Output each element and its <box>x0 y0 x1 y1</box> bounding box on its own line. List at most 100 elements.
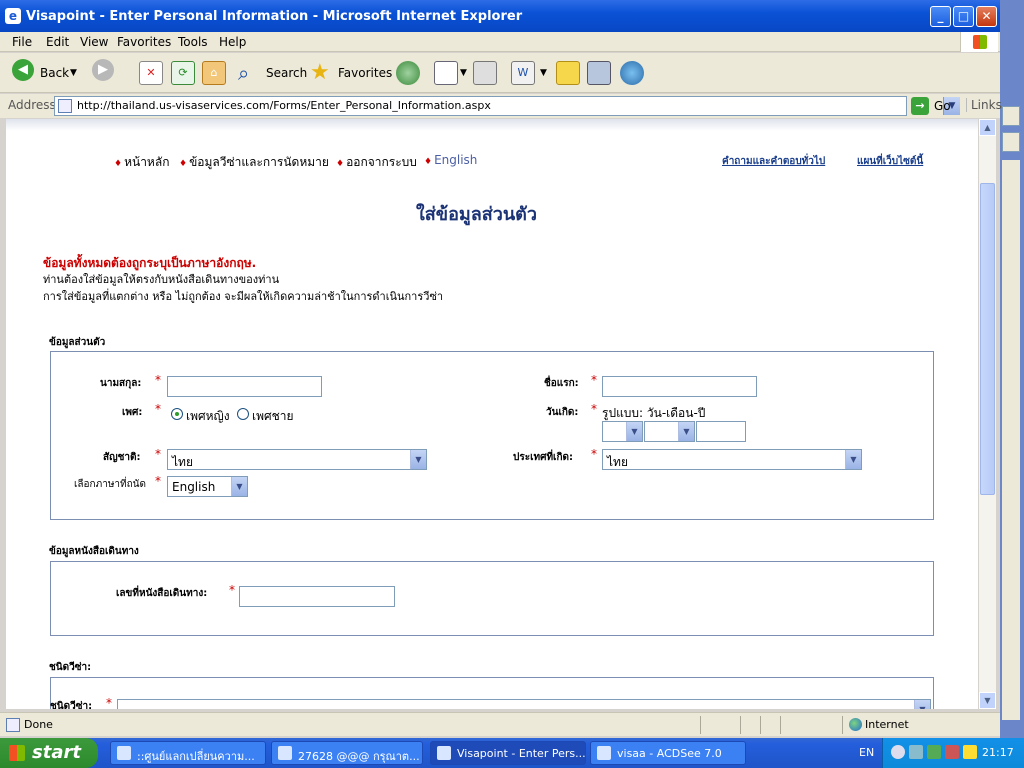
menu-tools[interactable]: Tools <box>178 35 208 49</box>
menu-view[interactable]: View <box>80 35 108 49</box>
discuss-note-icon[interactable] <box>556 61 580 85</box>
dob-day-select[interactable]: ▼ <box>602 421 643 442</box>
tray-back-icon[interactable] <box>891 745 905 759</box>
home-icon[interactable]: ⌂ <box>202 61 226 85</box>
language-indicator[interactable]: EN <box>859 746 874 759</box>
stop-icon[interactable]: ✕ <box>139 61 163 85</box>
back-dropdown-icon[interactable]: ▼ <box>70 68 77 78</box>
volume-icon[interactable] <box>945 745 959 759</box>
status-divider <box>842 716 843 734</box>
task-visapoint[interactable]: Visapoint - Enter Pers... <box>430 741 586 765</box>
refresh-icon[interactable]: ⟳ <box>171 61 195 85</box>
favorites-star-icon[interactable]: ★ <box>310 61 334 85</box>
scroll-thumb[interactable] <box>980 183 995 495</box>
messenger-icon[interactable] <box>620 61 644 85</box>
status-divider <box>740 716 741 734</box>
required-mark: * <box>229 583 235 597</box>
task-forum[interactable]: ::ศูนย์แลกเปลี่ยนความ... <box>110 741 266 765</box>
chevron-down-icon[interactable]: ▼ <box>845 450 861 469</box>
nav-bullet-icon: ♦ <box>424 157 433 167</box>
links-button[interactable]: Links <box>966 98 1002 112</box>
print-icon[interactable] <box>473 61 497 85</box>
faq-link[interactable]: คำถามและคำตอบทั่วไป <box>722 154 825 169</box>
minimize-button[interactable]: _ <box>930 6 951 27</box>
search-icon[interactable]: ⌕ <box>238 61 262 85</box>
forward-button[interactable]: ▶ <box>92 59 114 87</box>
required-mark: * <box>591 447 597 461</box>
nav-home-label[interactable]: หน้าหลัก <box>124 155 169 169</box>
nav-visa-info-label[interactable]: ข้อมูลวีซ่าและการนัดหมาย <box>189 155 329 169</box>
acdsee-icon <box>597 746 611 760</box>
scroll-up-icon[interactable]: ▲ <box>979 119 996 136</box>
window-title: Visapoint - Enter Personal Information -… <box>26 9 523 24</box>
dob-label: วันเกิด: <box>546 407 579 418</box>
language-label: เลือกภาษาที่ถนัด <box>74 479 146 490</box>
language-select[interactable]: English ▼ <box>167 476 248 497</box>
nav-english[interactable]: ♦ English <box>424 153 477 167</box>
zone-text: Internet <box>865 718 909 731</box>
favorites-label[interactable]: Favorites <box>338 66 392 80</box>
birth-country-select[interactable]: ไทย ▼ <box>602 449 862 470</box>
menu-favorites[interactable]: Favorites <box>117 35 171 49</box>
antivirus-icon[interactable] <box>927 745 941 759</box>
nationality-select[interactable]: ไทย ▼ <box>167 449 427 470</box>
start-button[interactable]: start <box>0 738 98 768</box>
edit-dropdown-icon[interactable]: ▼ <box>540 68 547 78</box>
browser-icon <box>117 746 131 760</box>
back-label: Back <box>40 66 70 80</box>
chevron-down-icon[interactable]: ▼ <box>914 700 930 709</box>
scroll-down-icon[interactable]: ▼ <box>979 692 996 709</box>
visa-type-select[interactable]: ▼ <box>117 699 931 709</box>
mail-dropdown-icon[interactable]: ▼ <box>460 68 467 78</box>
task-acdsee[interactable]: visaa - ACDSee 7.0 <box>590 741 746 765</box>
nav-logout-label[interactable]: ออกจากระบบ <box>346 155 417 169</box>
address-url[interactable]: http://thailand.us-visaservices.com/Form… <box>77 99 491 112</box>
chevron-down-icon[interactable]: ▼ <box>626 422 642 441</box>
info-delay-warning: การใส่ข้อมูลที่แตกต่าง หรือ ไม่ถูกต้อง จ… <box>43 290 444 303</box>
ie-icon: e <box>5 8 21 24</box>
menu-help[interactable]: Help <box>219 35 246 49</box>
go-button[interactable]: → Go <box>911 97 957 115</box>
edit-word-icon[interactable]: W <box>511 61 535 85</box>
back-button[interactable]: ◀ <box>12 59 34 87</box>
sitemap-link[interactable]: แผนที่เว็บไซต์นี้ <box>857 154 923 169</box>
dob-month-select[interactable]: ▼ <box>644 421 695 442</box>
task-email[interactable]: 27628 @@@ กรุณาต... <box>271 741 423 765</box>
male-radio[interactable] <box>237 408 249 420</box>
menu-file[interactable]: File <box>12 35 32 49</box>
internet-zone-icon <box>849 718 862 731</box>
firstname-input[interactable] <box>602 376 757 397</box>
menu-edit[interactable]: Edit <box>46 35 69 49</box>
passport-number-label: เลขที่หนังสือเดินทาง: <box>116 588 208 599</box>
chevron-down-icon[interactable]: ▼ <box>678 422 694 441</box>
passport-number-input[interactable] <box>239 586 395 607</box>
surname-input[interactable] <box>167 376 322 397</box>
dob-year-input[interactable] <box>696 421 746 442</box>
required-mark: * <box>155 447 161 461</box>
chevron-down-icon[interactable]: ▼ <box>410 450 426 469</box>
toolbar: ◀ Back ▼ ▶ ✕ ⟳ ⌂ ⌕ Search ★ Favorites ▼ … <box>0 53 1000 93</box>
history-icon[interactable] <box>396 61 420 85</box>
search-label[interactable]: Search <box>266 66 307 80</box>
nav-home[interactable]: ♦ หน้าหลัก <box>114 153 169 172</box>
address-input[interactable]: http://thailand.us-visaservices.com/Form… <box>54 96 960 116</box>
research-icon[interactable] <box>587 61 611 85</box>
title-bar[interactable]: e Visapoint - Enter Personal Information… <box>0 0 1000 32</box>
nav-visa-info[interactable]: ♦ ข้อมูลวีซ่าและการนัดหมาย <box>179 153 329 172</box>
nav-english-label[interactable]: English <box>434 153 477 167</box>
chevron-down-icon[interactable]: ▼ <box>231 477 247 496</box>
male-label[interactable]: เพศชาย <box>252 407 294 426</box>
page-banner <box>6 119 978 131</box>
female-radio[interactable] <box>171 408 183 420</box>
female-label[interactable]: เพศหญิง <box>186 407 230 426</box>
required-mark: * <box>591 402 597 416</box>
warning-icon[interactable] <box>963 745 977 759</box>
network-icon[interactable] <box>909 745 923 759</box>
nav-logout[interactable]: ♦ ออกจากระบบ <box>336 153 417 172</box>
task-label: Visapoint - Enter Pers... <box>457 747 585 760</box>
mail-icon[interactable] <box>434 61 458 85</box>
maximize-button[interactable]: □ <box>953 6 974 27</box>
nav-bullet-icon: ♦ <box>336 159 345 169</box>
close-button[interactable]: ✕ <box>976 6 997 27</box>
vertical-scrollbar[interactable]: ▲ ▼ <box>979 119 996 709</box>
